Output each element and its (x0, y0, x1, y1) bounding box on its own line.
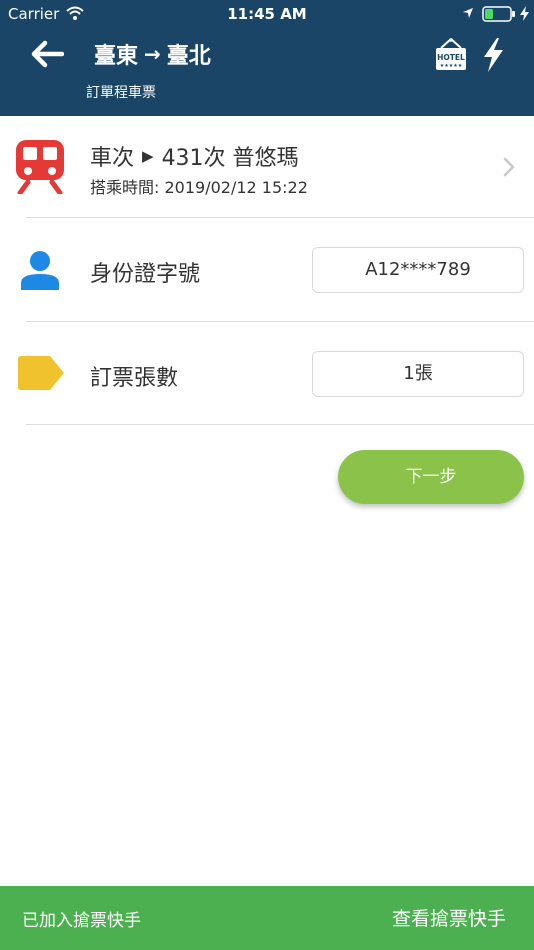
divider (26, 424, 534, 425)
ticket-count-row: 訂票張數 1張 (0, 322, 534, 422)
train-info-row[interactable]: 車次 ▶ 431次 普悠瑪 搭乘時間: 2019/02/12 15:22 (0, 130, 534, 216)
svg-text:★★★★★: ★★★★★ (440, 63, 463, 69)
header-bar: Carrier 11:45 AM 臺東 → 臺北 訂單程車票 HOTEL ★★★… (0, 0, 534, 116)
flash-icon[interactable] (482, 38, 504, 72)
destination-station: 臺北 (166, 44, 211, 69)
id-number-field[interactable]: A12****789 (312, 247, 524, 293)
divider (26, 217, 534, 218)
origin-station: 臺東 (94, 44, 139, 69)
charging-bolt-icon (520, 6, 529, 21)
ride-time-label: 搭乘時間: (90, 178, 160, 197)
ride-time: 搭乘時間: 2019/02/12 15:22 (90, 174, 308, 198)
page-subtitle: 訂單程車票 (86, 85, 156, 101)
ride-time-value: 2019/02/12 15:22 (164, 178, 308, 197)
id-number-row: 身份證字號 A12****789 (0, 220, 534, 320)
battery-icon (482, 6, 515, 22)
view-quick-ticket-link[interactable]: 查看搶票快手 (392, 904, 506, 931)
id-number-label: 身份證字號 (90, 262, 201, 287)
person-icon (21, 251, 59, 290)
train-number-name: 431次 普悠瑪 (161, 146, 299, 171)
back-arrow-icon[interactable] (30, 40, 64, 68)
hotel-icon-text: HOTEL (437, 53, 465, 62)
chevron-right-icon (503, 157, 515, 177)
added-status-text: 已加入搶票快手 (22, 911, 141, 931)
route-arrow: → (144, 42, 161, 66)
screen: Carrier 11:45 AM 臺東 → 臺北 訂單程車票 HOTEL ★★★… (0, 0, 534, 950)
bottom-bar: 已加入搶票快手 查看搶票快手 (0, 886, 534, 950)
ticket-count-label: 訂票張數 (90, 366, 179, 391)
train-icon (16, 140, 64, 194)
play-triangle-icon: ▶ (142, 147, 154, 165)
ticket-tag-icon (18, 356, 64, 390)
route-title: 臺東 → 臺北 (94, 38, 211, 70)
ticket-count-field[interactable]: 1張 (312, 351, 524, 397)
train-label: 車次 (90, 146, 135, 171)
status-time: 11:45 AM (227, 5, 307, 23)
train-title: 車次 ▶ 431次 普悠瑪 (90, 140, 299, 172)
location-arrow-icon (463, 8, 473, 18)
hotel-icon[interactable]: HOTEL ★★★★★ (434, 38, 468, 72)
status-bar: Carrier 11:45 AM (0, 0, 534, 28)
next-step-button[interactable]: 下一步 (338, 450, 524, 504)
